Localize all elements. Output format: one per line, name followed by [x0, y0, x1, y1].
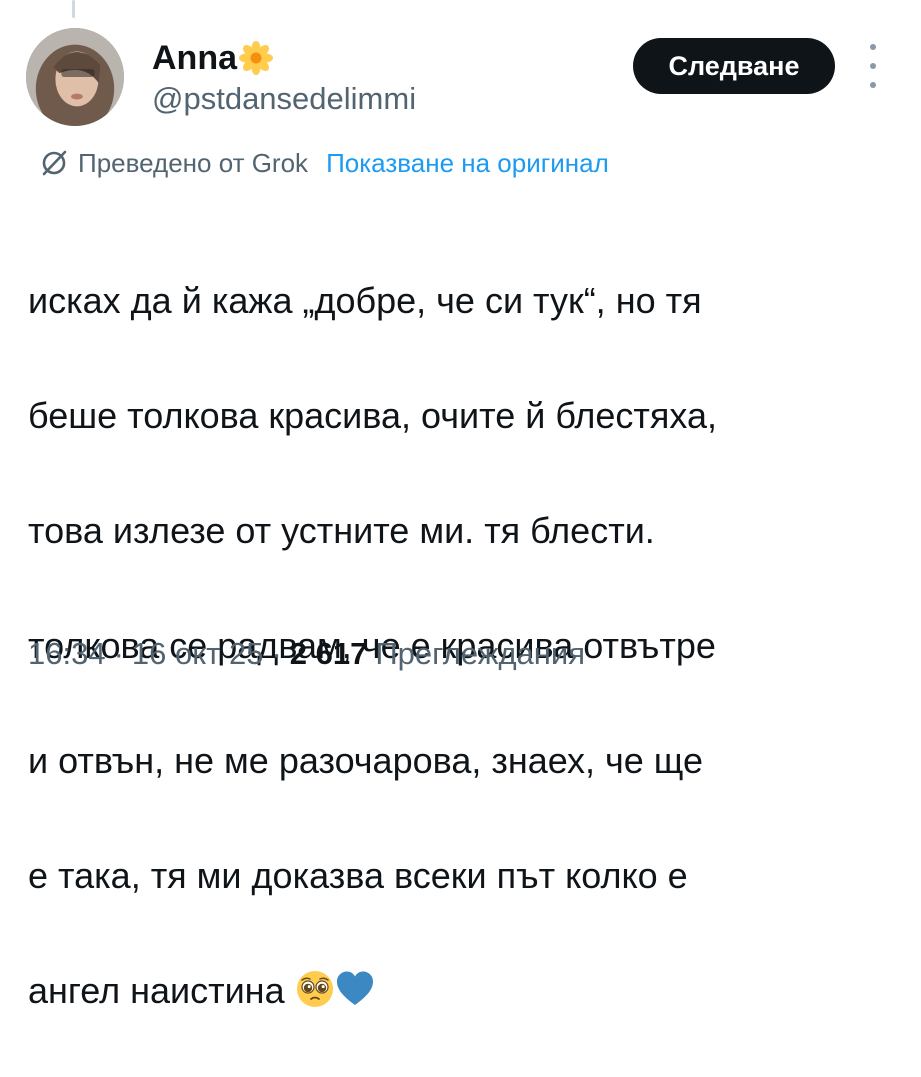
tweet-text-line: е така, тя ми доказва всеки път колко е [28, 854, 688, 896]
more-vertical-icon[interactable] [866, 44, 880, 88]
author-display-name[interactable]: Anna [152, 38, 237, 78]
avatar-photo [26, 28, 124, 126]
follow-button[interactable]: Следване [633, 38, 835, 94]
tweet-text-line: и отвън, не ме разочарова, знаех, че ще [28, 739, 704, 781]
tweet-time[interactable]: 16:34 [28, 636, 106, 672]
avatar[interactable] [26, 28, 124, 126]
author-handle[interactable]: @pstdansedelimmi [152, 80, 416, 118]
translated-by-label: Преведено от Grok [78, 148, 309, 178]
show-original-link[interactable]: Показване на оригинал [326, 145, 609, 181]
views-count[interactable]: 2 617 [290, 636, 368, 672]
tweet-text-line: това излезе от устните ми. тя блести. [28, 509, 655, 551]
grok-icon [42, 150, 67, 176]
translation-bar: Преведено от Grok Показване на оригинал [40, 145, 609, 181]
blossom-icon [239, 41, 273, 75]
thread-connector-line [72, 0, 75, 18]
tweet-meta: 16:34 · 16 окт 25 · 2 617 Преглеждания [28, 632, 585, 676]
tweet-text-line: исках да й кажа „добре, че си тук“, но т… [28, 279, 702, 321]
meta-separator: · [271, 636, 282, 671]
tweet-date[interactable]: 16 окт 25 [132, 636, 264, 672]
pleading-face-icon [296, 970, 333, 1007]
author-display-name-row[interactable]: Anna [152, 38, 273, 78]
tweet-text-line: ангел наистина [28, 969, 285, 1011]
tweet-text-line: беше толкова красива, очите й блестяха, [28, 394, 717, 436]
meta-separator: · [113, 636, 124, 671]
tweet-text-last-line: ангел наистина [28, 962, 898, 1020]
views-label[interactable]: Преглеждания [375, 636, 585, 672]
blue-heart-icon [336, 971, 373, 1005]
